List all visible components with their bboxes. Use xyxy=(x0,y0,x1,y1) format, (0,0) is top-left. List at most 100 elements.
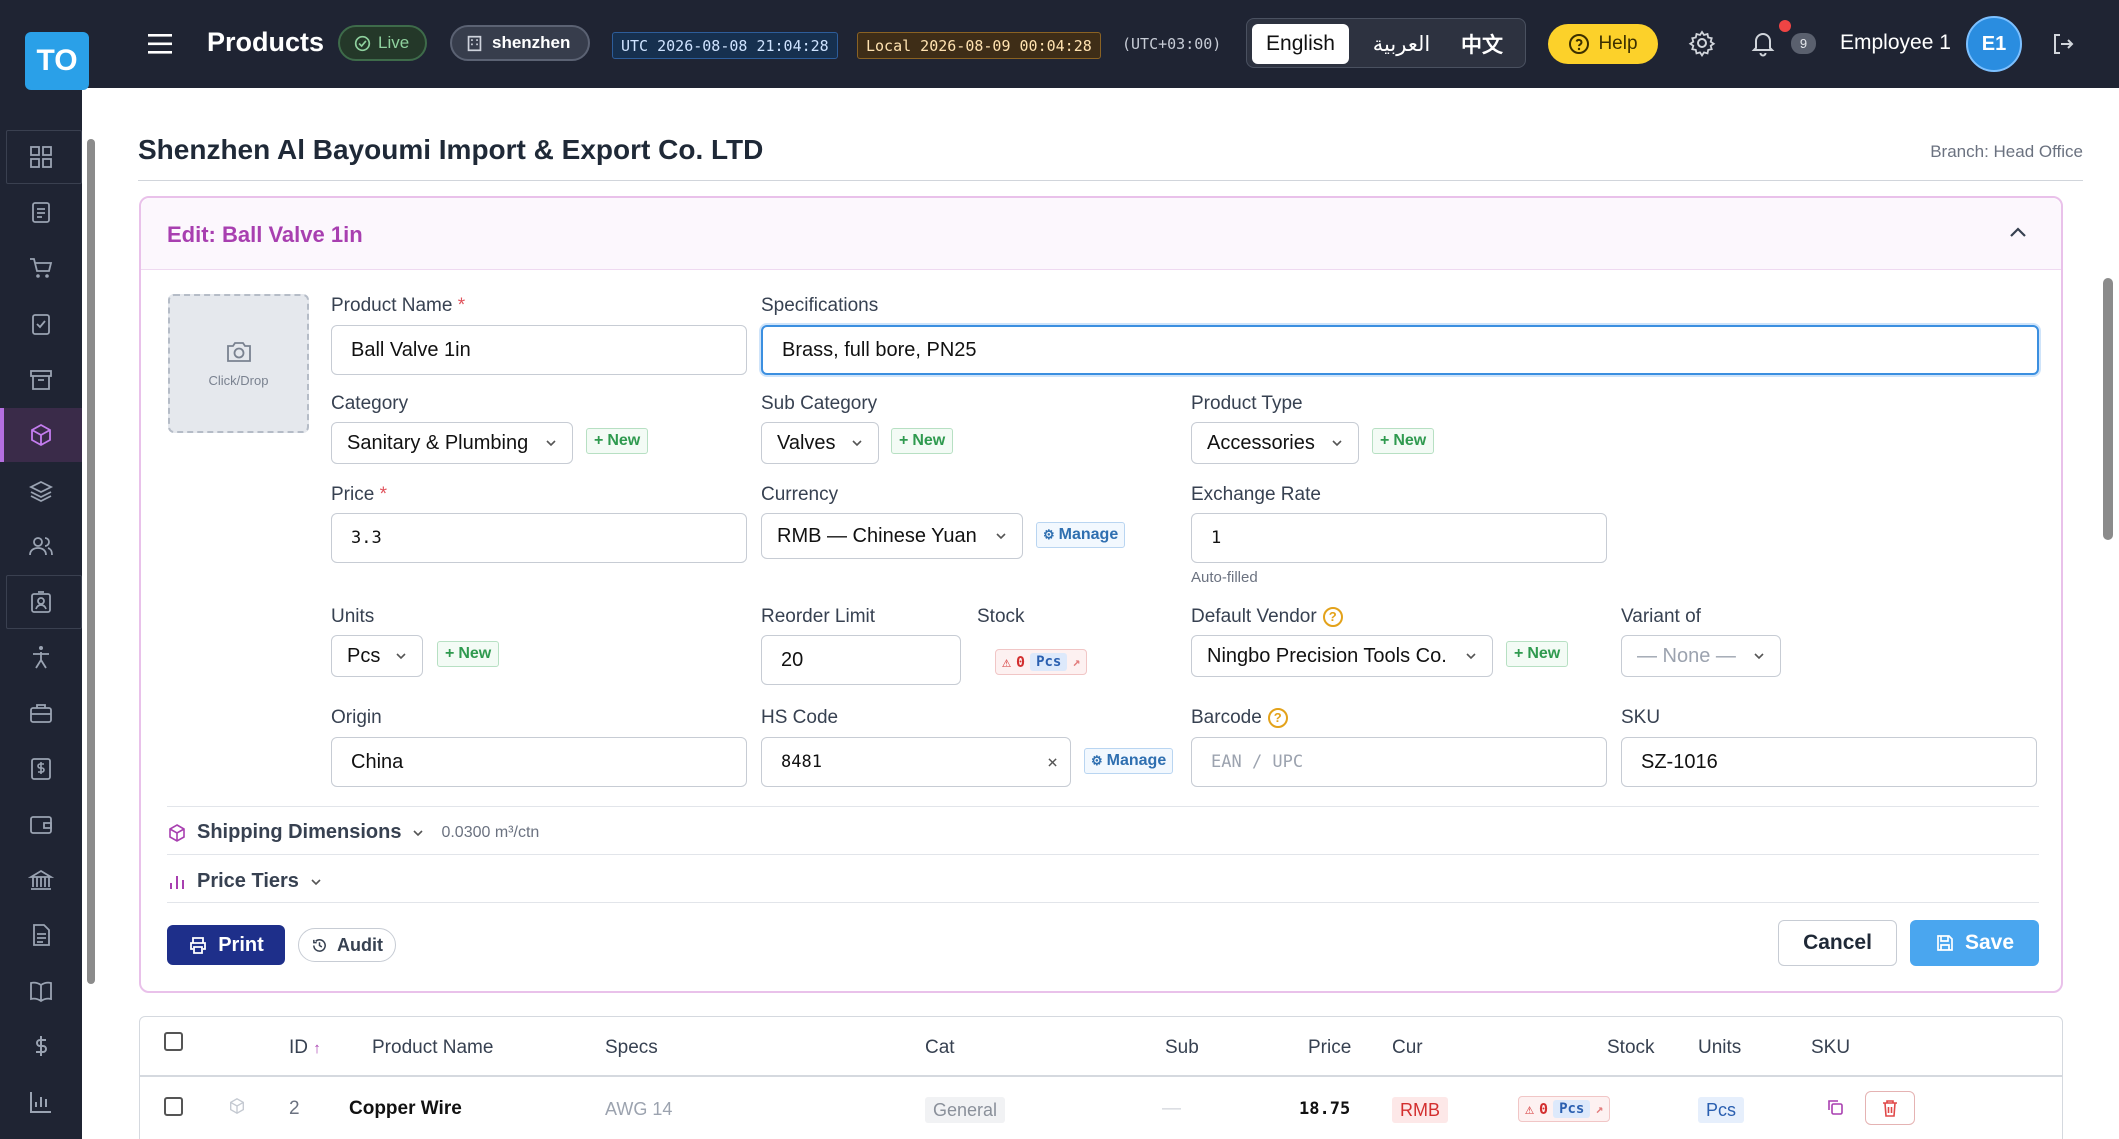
page-scrollbar-thumb[interactable] xyxy=(2103,278,2113,540)
default-vendor-select[interactable]: Ningbo Precision Tools Co. xyxy=(1191,635,1493,677)
select-all-checkbox[interactable] xyxy=(164,1032,183,1051)
price-tiers-toggle[interactable]: Price Tiers xyxy=(167,870,323,893)
table-header-divider xyxy=(140,1075,2062,1077)
reorder-limit-input[interactable]: 20 xyxy=(761,635,961,685)
col-stock[interactable]: Stock xyxy=(1607,1037,1655,1059)
archive-icon[interactable] xyxy=(0,353,82,407)
plus-icon: + xyxy=(1514,645,1524,662)
history-icon xyxy=(313,938,326,952)
lang-english[interactable]: English xyxy=(1252,24,1349,64)
app-logo[interactable]: TO xyxy=(25,32,89,90)
manage-currency-button[interactable]: ⚙ Manage xyxy=(1036,522,1126,548)
menu-toggle-icon[interactable] xyxy=(146,30,176,58)
col-product-name[interactable]: Product Name xyxy=(372,1037,493,1059)
lang-arabic[interactable]: العربية xyxy=(1359,24,1444,64)
dashboard-icon[interactable] xyxy=(0,130,82,184)
copy-icon[interactable] xyxy=(1826,1098,1844,1116)
dollar-icon[interactable] xyxy=(0,1019,82,1073)
dollar-doc-icon[interactable] xyxy=(0,742,82,796)
col-cur[interactable]: Cur xyxy=(1392,1037,1423,1059)
category-select[interactable]: Sanitary & Plumbing xyxy=(331,422,573,464)
specifications-input[interactable]: Brass, full bore, PN25 xyxy=(761,325,2039,375)
clear-icon[interactable]: × xyxy=(1047,752,1058,773)
currency-value: RMB — Chinese Yuan xyxy=(777,524,977,547)
origin-input[interactable]: China xyxy=(331,737,747,787)
reorder-limit-label: Reorder Limit xyxy=(761,606,876,627)
external-link-icon: ↗ xyxy=(1595,1101,1604,1117)
person-icon[interactable] xyxy=(0,630,82,684)
new-category-button[interactable]: + New xyxy=(586,428,649,454)
users-icon[interactable] xyxy=(0,519,82,573)
branch-selector[interactable]: shenzhen xyxy=(450,25,590,61)
clipboard-icon[interactable] xyxy=(0,185,82,239)
layers-icon[interactable] xyxy=(0,464,82,518)
gear-icon[interactable] xyxy=(1688,29,1716,57)
bell-icon[interactable] xyxy=(1749,29,1777,57)
avatar[interactable]: E1 xyxy=(1966,16,2022,72)
wallet-icon[interactable] xyxy=(0,797,82,851)
row-checkbox[interactable] xyxy=(164,1097,183,1116)
shipping-dimensions-toggle[interactable]: Shipping Dimensions 0.0300 m³/ctn xyxy=(167,821,539,844)
badge-icon[interactable] xyxy=(0,575,82,629)
page-scrollbar[interactable] xyxy=(2096,88,2119,1139)
sub-category-value: Valves xyxy=(777,431,836,454)
manage-label: Manage xyxy=(1106,752,1167,769)
stock-badge[interactable]: ⚠ 0 Pcs ↗ xyxy=(995,649,1088,675)
col-sku[interactable]: SKU xyxy=(1811,1037,1850,1059)
row-name[interactable]: Copper Wire xyxy=(349,1098,462,1120)
col-specs[interactable]: Specs xyxy=(605,1037,658,1059)
col-price[interactable]: Price xyxy=(1308,1037,1351,1059)
photo-upload-dropzone[interactable]: Click/Drop xyxy=(168,294,309,433)
cart-icon[interactable] xyxy=(0,241,82,295)
cancel-button[interactable]: Cancel xyxy=(1778,920,1897,966)
product-type-select[interactable]: Accessories xyxy=(1191,422,1359,464)
clipboard-check-icon[interactable] xyxy=(0,297,82,351)
print-button[interactable]: Print xyxy=(167,925,285,965)
col-cat[interactable]: Cat xyxy=(925,1037,955,1059)
new-product-type-button[interactable]: + New xyxy=(1372,428,1435,454)
employee-name[interactable]: Employee 1 xyxy=(1840,31,1951,55)
audit-label: Audit xyxy=(337,934,383,955)
chevron-up-icon[interactable] xyxy=(2007,222,2029,244)
product-name-input[interactable]: Ball Valve 1in xyxy=(331,325,747,375)
briefcase-icon[interactable] xyxy=(0,686,82,740)
manage-hs-code-button[interactable]: ⚙ Manage xyxy=(1084,748,1174,774)
units-select[interactable]: Pcs xyxy=(331,635,423,677)
audit-button[interactable]: Audit xyxy=(298,928,396,962)
bank-icon[interactable] xyxy=(0,853,82,907)
sub-category-select[interactable]: Valves xyxy=(761,422,879,464)
edit-card-header[interactable]: Edit: Ball Valve 1in xyxy=(141,198,2061,270)
row-stock-badge[interactable]: ⚠ 0 Pcs ↗ xyxy=(1518,1096,1611,1122)
save-button[interactable]: Save xyxy=(1910,920,2039,966)
logout-icon[interactable] xyxy=(2050,31,2076,57)
hs-code-input[interactable]: 8481 × xyxy=(761,737,1071,787)
new-vendor-button[interactable]: + New xyxy=(1506,641,1569,667)
book-icon[interactable] xyxy=(0,964,82,1018)
col-sub[interactable]: Sub xyxy=(1165,1037,1199,1059)
stock-label: Stock xyxy=(977,606,1025,627)
col-units[interactable]: Units xyxy=(1698,1037,1741,1059)
delete-button[interactable] xyxy=(1865,1091,1915,1125)
new-unit-button[interactable]: + New xyxy=(437,641,500,667)
sidebar-scrollbar[interactable] xyxy=(82,117,100,1139)
lang-chinese[interactable]: 中文 xyxy=(1447,24,1517,64)
plus-icon: + xyxy=(899,432,909,449)
help-circle-icon[interactable]: ? xyxy=(1322,606,1343,627)
warning-icon: ⚠ xyxy=(1525,1100,1535,1118)
sidebar-scrollbar-thumb[interactable] xyxy=(87,139,95,984)
document-icon[interactable] xyxy=(0,908,82,962)
price-input[interactable]: 3.3 xyxy=(331,513,747,563)
new-sub-category-button[interactable]: + New xyxy=(891,428,954,454)
help-circle-icon[interactable]: ? xyxy=(1267,707,1288,728)
cube-icon[interactable] xyxy=(0,408,82,462)
exchange-rate-input[interactable]: 1 xyxy=(1191,513,1607,563)
currency-select[interactable]: RMB — Chinese Yuan xyxy=(761,513,1023,559)
barcode-input[interactable]: EAN / UPC xyxy=(1191,737,1607,787)
sku-input[interactable]: SZ-1016 xyxy=(1621,737,2037,787)
help-button[interactable]: Help xyxy=(1548,24,1658,64)
chart-icon[interactable] xyxy=(0,1075,82,1129)
col-id[interactable]: ID ↑ xyxy=(289,1037,321,1059)
chevron-down-icon xyxy=(996,533,1006,540)
variant-of-select[interactable]: — None — xyxy=(1621,635,1781,677)
gear-icon: ⚙ xyxy=(1091,753,1103,768)
